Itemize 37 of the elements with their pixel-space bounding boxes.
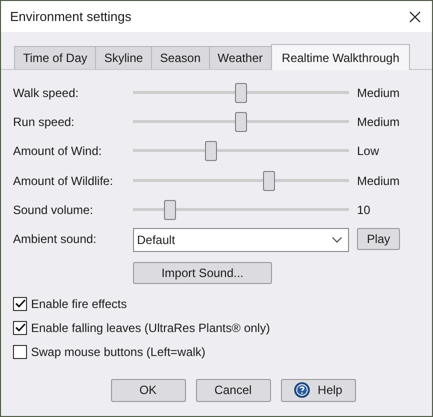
slider-value: 10 [356, 203, 372, 218]
sound-dropdown[interactable]: Default [133, 228, 349, 252]
window-title: Environment settings [10, 9, 132, 24]
slider-thumb[interactable] [263, 170, 276, 191]
import-sound-button[interactable]: Import Sound... [133, 262, 272, 284]
slider-thumb[interactable] [235, 82, 247, 103]
tab[interactable]: Skyline [95, 46, 152, 69]
slider-label: Amount of Wind: [13, 144, 103, 158]
slider-label: Amount of Wildlife: [13, 174, 114, 188]
tab[interactable]: Weather [208, 46, 272, 69]
slider-value: Medium [356, 86, 401, 100]
checkbox[interactable] [13, 296, 27, 311]
slider-label: Walk speed: [13, 86, 80, 100]
slider-label: Run speed: [13, 115, 76, 130]
slider-thumb[interactable] [235, 112, 247, 132]
tab[interactable]: Realtime Walkthrough [270, 44, 410, 70]
tab[interactable]: Time of Day [14, 46, 96, 69]
dialog-button[interactable]: OK [110, 378, 186, 402]
checkbox-label: Swap mouse buttons (Left=walk) [31, 344, 206, 359]
checkbox[interactable] [13, 344, 27, 359]
slider-thumb[interactable] [164, 200, 176, 220]
slider-value: Medium [356, 115, 401, 130]
checkbox[interactable] [13, 320, 27, 335]
tab[interactable]: Season [150, 46, 210, 69]
dialog-button[interactable]: Cancel [196, 378, 270, 402]
checkbox-label: Enable fire effects [31, 296, 127, 311]
chevron-down-icon [332, 236, 342, 243]
slider-thumb[interactable] [204, 141, 217, 162]
slider-value: Medium [356, 174, 401, 188]
help-icon [294, 382, 310, 398]
help-button[interactable]: Help [280, 378, 356, 402]
slider-label: Sound volume: [13, 203, 94, 218]
slider-value: Low [356, 144, 380, 158]
checkbox-label: Enable falling leaves (UltraRes Plants® only) [31, 320, 270, 335]
close-icon[interactable] [409, 10, 421, 22]
play-button[interactable]: Play [357, 228, 400, 250]
ambient-sound-label: Ambient sound: [13, 230, 98, 246]
